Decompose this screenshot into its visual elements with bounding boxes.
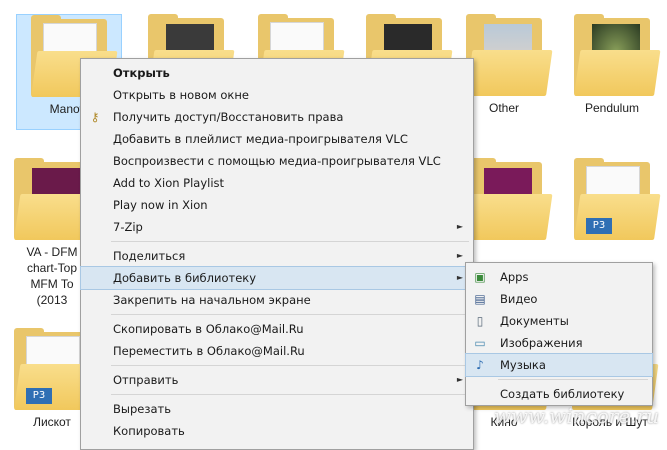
- menu-label: Получить доступ/Восстановить права: [113, 110, 344, 124]
- menu-label: Документы: [500, 314, 569, 328]
- menu-separator: [111, 241, 469, 242]
- submenu-arrow-icon: ►: [456, 375, 463, 384]
- pictures-library-icon: ▭: [474, 336, 486, 350]
- documents-library-icon: ▯: [476, 314, 484, 328]
- keys-icon: ⚷: [90, 110, 100, 124]
- watermark-text: www.wincore.ru: [493, 404, 659, 428]
- menu-label: Открыть в новом окне: [113, 88, 249, 102]
- folder-icon: P3: [566, 158, 661, 244]
- folder-pendulum[interactable]: Pendulum: [560, 14, 664, 116]
- menu-move-to-cloud[interactable]: Переместить в Облако@Mail.Ru: [81, 340, 473, 362]
- menu-label: Открыть: [113, 66, 170, 80]
- menu-label: Apps: [500, 270, 529, 284]
- menu-open-new-window[interactable]: Открыть в новом окне: [81, 84, 473, 106]
- context-menu: Открыть Открыть в новом окне ⚷ Получить д…: [80, 58, 474, 450]
- menu-label: Воспроизвести с помощью медиа-проигрыват…: [113, 154, 441, 168]
- menu-xion-add-playlist[interactable]: Add to Xion Playlist: [81, 172, 473, 194]
- menu-label: Переместить в Облако@Mail.Ru: [113, 344, 305, 358]
- menu-label: Изображения: [500, 336, 583, 350]
- menu-copy-to-cloud[interactable]: Скопировать в Облако@Mail.Ru: [81, 318, 473, 340]
- library-documents[interactable]: ▯ Документы: [466, 310, 652, 332]
- mp3-badge: P3: [26, 388, 52, 404]
- menu-separator: [111, 314, 469, 315]
- menu-label: 7-Zip: [113, 220, 143, 234]
- menu-take-ownership[interactable]: ⚷ Получить доступ/Восстановить права: [81, 106, 473, 128]
- menu-7zip[interactable]: 7-Zip ►: [81, 216, 473, 238]
- submenu-arrow-icon: ►: [456, 251, 463, 260]
- menu-cut[interactable]: Вырезать: [81, 398, 473, 420]
- apps-library-icon: ▣: [474, 270, 486, 284]
- menu-vlc-add-playlist[interactable]: Добавить в плейлист медиа-проигрывателя …: [81, 128, 473, 150]
- menu-label: Вырезать: [113, 402, 171, 416]
- menu-pin-to-start[interactable]: Закрепить на начальном экране: [81, 289, 473, 311]
- menu-label: Отправить: [113, 373, 179, 387]
- submenu-arrow-icon: ►: [456, 273, 463, 282]
- menu-label: Добавить в плейлист медиа-проигрывателя …: [113, 132, 408, 146]
- menu-share[interactable]: Поделиться ►: [81, 245, 473, 267]
- menu-label: Закрепить на начальном экране: [113, 293, 311, 307]
- folder-label: Pendulum: [584, 101, 640, 115]
- library-video[interactable]: ▤ Видео: [466, 288, 652, 310]
- mp3-badge: P3: [586, 218, 612, 234]
- menu-label: Создать библиотеку: [500, 387, 625, 401]
- submenu-arrow-icon: ►: [456, 222, 463, 231]
- library-music[interactable]: ♪ Музыка: [465, 353, 653, 377]
- menu-label: Скопировать в Облако@Mail.Ru: [113, 322, 304, 336]
- menu-vlc-play[interactable]: Воспроизвести с помощью медиа-проигрыват…: [81, 150, 473, 172]
- menu-label: Play now in Xion: [113, 198, 208, 212]
- menu-label: Копировать: [113, 424, 185, 438]
- library-apps[interactable]: ▣ Apps: [466, 266, 652, 288]
- menu-add-to-library[interactable]: Добавить в библиотеку ►: [80, 266, 474, 290]
- menu-label: Видео: [500, 292, 538, 306]
- menu-label: Add to Xion Playlist: [113, 176, 225, 190]
- menu-separator: [111, 365, 469, 366]
- menu-separator: [111, 394, 469, 395]
- menu-label: Поделиться: [113, 249, 186, 263]
- menu-open[interactable]: Открыть: [81, 62, 473, 84]
- folder-item[interactable]: P3: [560, 158, 664, 244]
- music-library-icon: ♪: [476, 358, 484, 372]
- menu-separator: [498, 379, 648, 380]
- menu-label: Добавить в библиотеку: [113, 271, 257, 285]
- video-library-icon: ▤: [474, 292, 486, 306]
- menu-xion-play-now[interactable]: Play now in Xion: [81, 194, 473, 216]
- menu-send-to[interactable]: Отправить ►: [81, 369, 473, 391]
- library-submenu: ▣ Apps ▤ Видео ▯ Документы ▭ Изображения ♪ Му…: [465, 262, 653, 406]
- library-pictures[interactable]: ▭ Изображения: [466, 332, 652, 354]
- menu-label: Музыка: [500, 358, 546, 372]
- folder-icon: [566, 14, 661, 100]
- menu-copy[interactable]: Копировать: [81, 420, 473, 442]
- library-create-new[interactable]: Создать библиотеку: [466, 383, 652, 405]
